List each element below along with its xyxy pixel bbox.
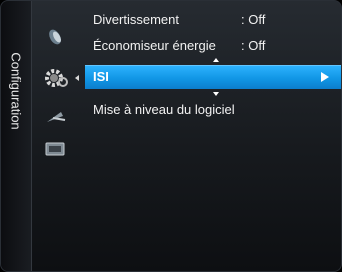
scroll-up-icon (213, 58, 219, 62)
category-icons (31, 1, 85, 271)
menu-item-label: Mise à niveau du logiciel (93, 102, 235, 117)
menu-list: Divertissement : Off Économiseur énergie… (85, 1, 341, 271)
satellite-dish-icon[interactable] (43, 106, 69, 128)
sidebar: Configuration (1, 1, 32, 271)
menu-item-label: Économiseur énergie (93, 38, 216, 53)
menu-item-value: : Off (241, 12, 266, 27)
sidebar-title: Configuration (8, 52, 24, 130)
menu-item-divertissement[interactable]: Divertissement : Off (93, 9, 341, 31)
screen: Configuration Divertissement: Off Écono… (0, 0, 342, 272)
menu-item-isi-selected[interactable]: ISI (85, 65, 341, 89)
menu-item-label: ISI (93, 69, 109, 84)
menu-item-value: : Off (241, 38, 266, 53)
menu-item-mise-a-niveau-logiciel[interactable]: Mise à niveau du logiciel (93, 99, 341, 121)
configuration-menu-panel: Configuration Divertissement: Off Écono… (0, 0, 342, 272)
scroll-down-icon (213, 92, 219, 96)
menu-item-label: Divertissement (93, 12, 179, 27)
menu-item-economiseur-energie[interactable]: Économiseur énergie : Off (93, 35, 341, 57)
picture-icon[interactable] (43, 26, 69, 48)
input-icon[interactable] (43, 138, 69, 160)
arrow-right-icon (321, 72, 329, 82)
settings-gear-icon[interactable] (43, 67, 69, 89)
selected-category-marker (75, 75, 79, 81)
